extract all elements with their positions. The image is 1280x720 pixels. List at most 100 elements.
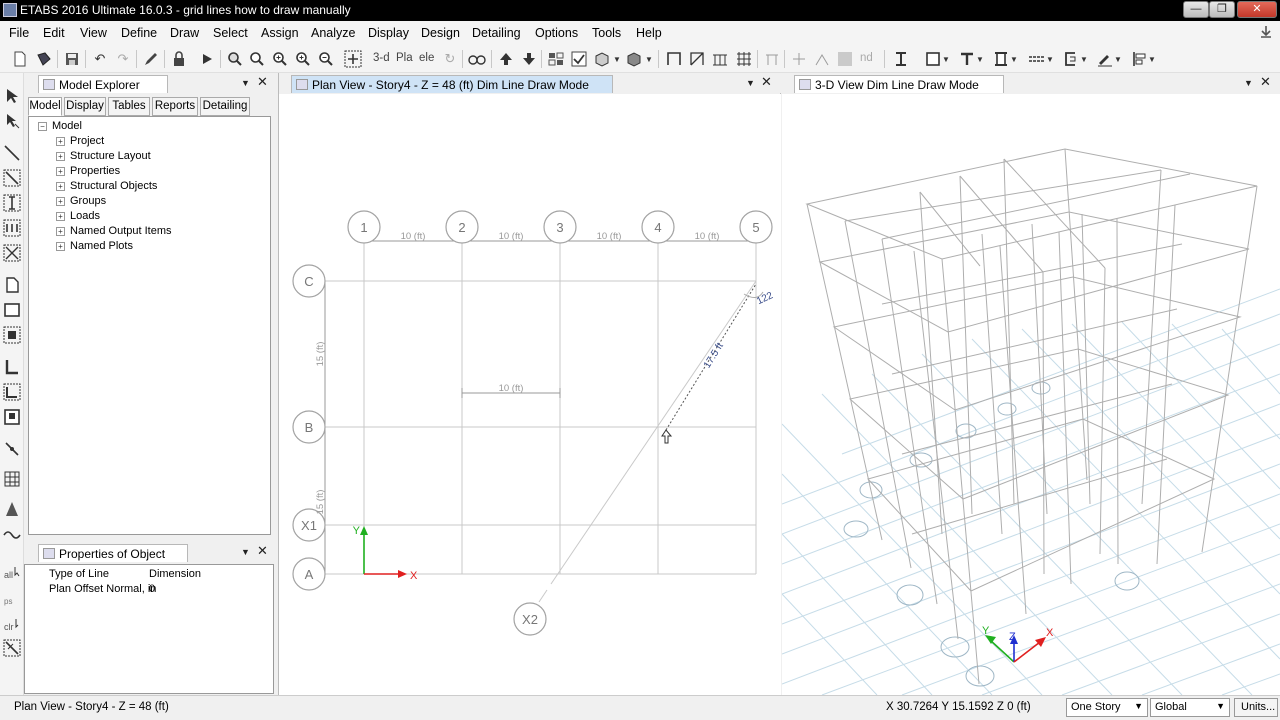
- tree-item-loads[interactable]: Loads: [70, 210, 100, 222]
- menu-help[interactable]: Help: [636, 26, 662, 40]
- dropdown-arrow-icon[interactable]: ▼: [941, 48, 951, 70]
- tree-item-groups[interactable]: Groups: [70, 195, 106, 207]
- property-value[interactable]: 0: [149, 583, 155, 595]
- menu-analyze[interactable]: Analyze: [311, 26, 355, 40]
- draw-wall-icon[interactable]: [3, 358, 21, 376]
- tab-reports[interactable]: Reports: [152, 97, 198, 116]
- minimize-button[interactable]: —: [1183, 1, 1209, 18]
- coordinate-system-select[interactable]: Global ▼: [1150, 698, 1230, 717]
- pan-icon[interactable]: [342, 48, 364, 70]
- maximize-button[interactable]: ❐: [1209, 1, 1235, 18]
- panel-close-icon[interactable]: ✕: [1260, 74, 1271, 90]
- panel-close-icon[interactable]: ✕: [257, 74, 268, 90]
- units-button[interactable]: Units...: [1234, 698, 1278, 717]
- panel-close-icon[interactable]: ✕: [257, 543, 268, 559]
- nodes-label[interactable]: nd: [860, 52, 873, 64]
- menu-define[interactable]: Define: [121, 26, 157, 40]
- run-analysis-icon[interactable]: [196, 48, 218, 70]
- plan-view-label[interactable]: Pla: [396, 52, 413, 64]
- tab-model[interactable]: Model: [28, 97, 62, 116]
- dropdown-arrow-icon[interactable]: ▼: [644, 48, 654, 70]
- properties-tab[interactable]: Properties of Object: [38, 544, 188, 562]
- open-icon[interactable]: [33, 48, 55, 70]
- draw-wall-region-icon[interactable]: [3, 383, 21, 401]
- move-up-icon[interactable]: [495, 48, 517, 70]
- expand-icon[interactable]: +: [56, 197, 65, 206]
- extrude-icon[interactable]: [624, 48, 646, 70]
- download-icon[interactable]: [1258, 24, 1274, 40]
- draw-rectangle-icon[interactable]: [3, 301, 21, 319]
- plan-view-tab[interactable]: Plan View - Story4 - Z = 48 (ft) Dim Lin…: [291, 75, 613, 93]
- tree-item-structure-layout[interactable]: Structure Layout: [70, 150, 151, 162]
- undo-icon[interactable]: ↶: [89, 48, 111, 70]
- expand-icon[interactable]: +: [56, 242, 65, 251]
- deformed-shape-icon[interactable]: [788, 48, 810, 70]
- quick-draw-floor-icon[interactable]: [3, 326, 21, 344]
- tree-item-structural-objects[interactable]: Structural Objects: [70, 180, 157, 192]
- menu-display[interactable]: Display: [368, 26, 409, 40]
- draw-wave-icon[interactable]: [3, 525, 21, 543]
- close-button[interactable]: ✕: [1237, 1, 1277, 18]
- menu-design[interactable]: Design: [421, 26, 460, 40]
- expand-icon[interactable]: +: [56, 182, 65, 191]
- frame-draw-icon[interactable]: [663, 48, 685, 70]
- section-i-icon[interactable]: [890, 48, 912, 70]
- check-model-icon[interactable]: [568, 48, 590, 70]
- tree-root-model[interactable]: Model: [52, 120, 82, 132]
- draw-brace-icon[interactable]: [3, 244, 21, 262]
- intersecting-line-select-icon[interactable]: [3, 639, 21, 657]
- panel-menu-arrow-icon[interactable]: ▼: [241, 78, 250, 88]
- tree-item-named-plots[interactable]: Named Plots: [70, 240, 133, 252]
- draw-opening-icon[interactable]: [3, 408, 21, 426]
- dropdown-arrow-icon[interactable]: ▼: [1147, 48, 1157, 70]
- zoom-in-step-icon[interactable]: [292, 48, 314, 70]
- panel-menu-arrow-icon[interactable]: ▼: [746, 78, 755, 88]
- menu-draw[interactable]: Draw: [170, 26, 199, 40]
- dropdown-arrow-icon[interactable]: ▼: [1045, 48, 1055, 70]
- grid-icon[interactable]: [733, 48, 755, 70]
- tree-item-project[interactable]: Project: [70, 135, 104, 147]
- draw-link-icon[interactable]: [3, 440, 21, 458]
- dropdown-arrow-icon[interactable]: ▼: [612, 48, 622, 70]
- draw-grid-icon[interactable]: [3, 470, 21, 488]
- draw-column-icon[interactable]: [3, 194, 21, 212]
- zoom-restore-icon[interactable]: [246, 48, 268, 70]
- menu-detailing[interactable]: Detailing: [472, 26, 521, 40]
- tab-detailing[interactable]: Detailing: [200, 97, 250, 116]
- view-3d-label[interactable]: 3-d: [373, 52, 390, 64]
- reshape-icon[interactable]: [3, 112, 21, 130]
- model-explorer-tab[interactable]: Model Explorer: [38, 75, 168, 93]
- tab-tables[interactable]: Tables: [108, 97, 150, 116]
- redo-icon[interactable]: ↷: [112, 48, 134, 70]
- elevation-view-label[interactable]: ele: [419, 52, 434, 64]
- clear-selection-icon[interactable]: clr: [3, 616, 21, 634]
- draw-floor-icon[interactable]: [3, 276, 21, 294]
- menu-options[interactable]: Options: [535, 26, 578, 40]
- expand-icon[interactable]: +: [56, 212, 65, 221]
- menu-view[interactable]: View: [80, 26, 107, 40]
- table-icon[interactable]: [834, 48, 856, 70]
- lock-icon[interactable]: [168, 48, 190, 70]
- 3d-view-canvas[interactable]: Y Z X: [782, 94, 1280, 695]
- expand-icon[interactable]: +: [56, 152, 65, 161]
- 3d-view-tab[interactable]: 3-D View Dim Line Draw Mode: [794, 75, 1004, 93]
- zoom-window-icon[interactable]: [224, 48, 246, 70]
- brace-draw-icon[interactable]: [686, 48, 708, 70]
- tree-item-named-output-items[interactable]: Named Output Items: [70, 225, 172, 237]
- dropdown-arrow-icon[interactable]: ▼: [1009, 48, 1019, 70]
- pointer-icon[interactable]: [3, 87, 21, 105]
- expand-icon[interactable]: +: [56, 227, 65, 236]
- display-options-icon[interactable]: [545, 48, 567, 70]
- force-diagram-icon[interactable]: [811, 48, 833, 70]
- panel-menu-arrow-icon[interactable]: ▼: [1244, 78, 1253, 88]
- assign-support-icon[interactable]: [761, 48, 783, 70]
- draw-beam-icon[interactable]: [3, 219, 21, 237]
- dropdown-arrow-icon[interactable]: ▼: [1113, 48, 1123, 70]
- panel-menu-arrow-icon[interactable]: ▼: [241, 547, 250, 557]
- zoom-out-icon[interactable]: [315, 48, 337, 70]
- menu-select[interactable]: Select: [213, 26, 248, 40]
- dropdown-arrow-icon[interactable]: ▼: [975, 48, 985, 70]
- plan-view-canvas[interactable]: 1 2 3 4 5 C B X1 A X2 10 (ft) 10 (ft) 10…: [279, 94, 781, 695]
- menu-file[interactable]: File: [9, 26, 29, 40]
- draw-joint-icon[interactable]: [3, 144, 21, 162]
